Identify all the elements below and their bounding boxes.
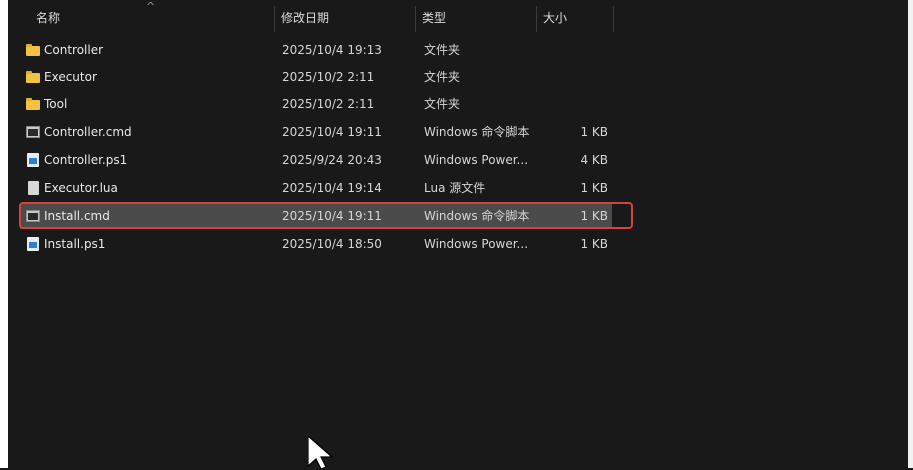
- column-header-date-label: 修改日期: [281, 11, 330, 25]
- lua-file-icon: [28, 181, 39, 195]
- column-header-size-label: 大小: [543, 11, 568, 25]
- file-date: 2025/10/2 2:11: [282, 70, 375, 84]
- file-row-install-ps1[interactable]: Install.ps1 2025/10/4 18:50 Windows Powe…: [8, 231, 908, 257]
- file-type: Lua 源文件: [424, 181, 486, 195]
- file-name: Controller.cmd: [44, 125, 132, 139]
- file-name: Tool: [44, 97, 68, 111]
- file-name: Executor.lua: [44, 181, 118, 195]
- file-type: Windows Power...: [424, 153, 529, 167]
- folder-icon: [26, 71, 40, 83]
- file-row-controller-cmd[interactable]: Controller.cmd 2025/10/4 19:11 Windows 命…: [8, 119, 908, 145]
- file-type: 文件夹: [424, 43, 461, 57]
- column-header-size[interactable]: 大小: [537, 0, 613, 32]
- file-size: 1 KB: [580, 237, 608, 251]
- column-divider[interactable]: [613, 6, 614, 32]
- powershell-file-icon: [27, 153, 39, 167]
- column-header-type[interactable]: 类型: [416, 0, 536, 32]
- left-window-edge: [0, 0, 8, 468]
- file-size: 1 KB: [580, 181, 608, 195]
- column-header-date[interactable]: 修改日期: [275, 0, 415, 32]
- file-date: 2025/10/4 19:11: [282, 125, 382, 139]
- cmd-file-icon: [26, 126, 40, 138]
- file-explorer-list: 名称 ^ 修改日期 类型 大小 Controller 2025/10/4 19:…: [8, 0, 908, 470]
- file-size: 4 KB: [580, 153, 608, 167]
- file-size: 1 KB: [580, 209, 608, 223]
- file-name: Install.cmd: [44, 209, 110, 223]
- file-date: 2025/9/24 20:43: [282, 153, 382, 167]
- file-row-controller-folder[interactable]: Controller 2025/10/4 19:13 文件夹: [8, 37, 908, 63]
- file-date: 2025/10/4 18:50: [282, 237, 382, 251]
- folder-icon: [26, 98, 40, 110]
- cmd-file-icon: [26, 210, 40, 222]
- file-date: 2025/10/4 19:14: [282, 181, 382, 195]
- column-header-row: 名称 ^ 修改日期 类型 大小: [8, 0, 908, 32]
- folder-icon: [26, 44, 40, 56]
- file-row-install-cmd-selected[interactable]: Install.cmd 2025/10/4 19:11 Windows 命令脚本…: [20, 203, 612, 229]
- file-name: Controller.ps1: [44, 153, 128, 167]
- file-type: Windows 命令脚本: [424, 209, 530, 223]
- file-row-executor-folder[interactable]: Executor 2025/10/2 2:11 文件夹: [8, 64, 908, 90]
- file-type: 文件夹: [424, 70, 461, 84]
- file-date: 2025/10/2 2:11: [282, 97, 375, 111]
- file-date: 2025/10/4 19:13: [282, 43, 382, 57]
- file-row-tool-folder[interactable]: Tool 2025/10/2 2:11 文件夹: [8, 91, 908, 117]
- file-type: Windows 命令脚本: [424, 125, 530, 139]
- file-name: Executor: [44, 70, 97, 84]
- file-type: Windows Power...: [424, 237, 529, 251]
- file-name: Install.ps1: [44, 237, 106, 251]
- file-row-executor-lua[interactable]: Executor.lua 2025/10/4 19:14 Lua 源文件 1 K…: [8, 175, 908, 201]
- right-window-edge: [908, 0, 913, 468]
- column-header-name-label: 名称: [36, 11, 61, 25]
- column-header-type-label: 类型: [422, 11, 447, 25]
- sort-ascending-icon: ^: [146, 0, 156, 13]
- powershell-file-icon: [27, 237, 39, 251]
- file-size: 1 KB: [580, 125, 608, 139]
- file-name: Controller: [44, 43, 104, 57]
- file-row-controller-ps1[interactable]: Controller.ps1 2025/9/24 20:43 Windows P…: [8, 147, 908, 173]
- file-type: 文件夹: [424, 97, 461, 111]
- file-date: 2025/10/4 19:11: [282, 209, 382, 223]
